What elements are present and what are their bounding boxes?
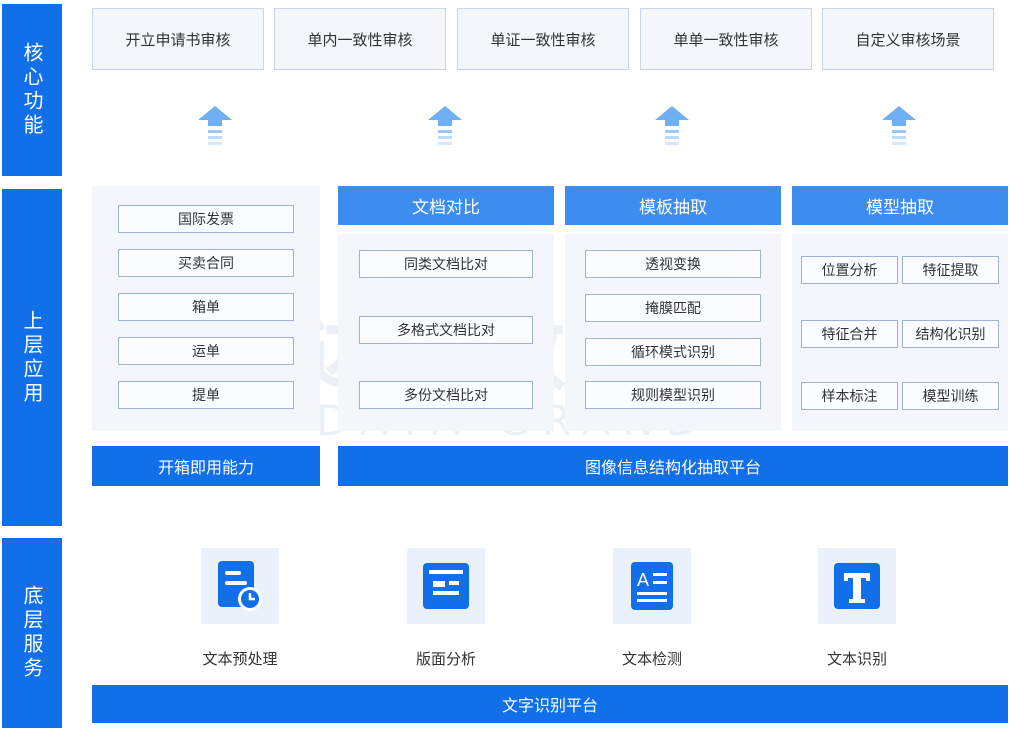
core-box-doc-doc-consistency: 单单一致性审核 (640, 8, 812, 70)
list-item: 位置分析 (801, 256, 898, 284)
list-item: 箱单 (118, 293, 294, 321)
list-item: 循环模式识别 (585, 338, 761, 366)
list-item: 运单 (118, 337, 294, 365)
service-tile-preprocess (201, 548, 279, 624)
list-item: 结构化识别 (902, 320, 999, 348)
box-ability-bar: 开箱即用能力 (92, 446, 320, 486)
service-label-preprocess: 文本预处理 (202, 650, 278, 668)
core-box-application-review: 开立申请书审核 (92, 8, 264, 70)
list-item: 特征合并 (801, 320, 898, 348)
service-tile-layout (407, 548, 485, 624)
service-tile-detect: A (613, 548, 691, 624)
service-label-detect: 文本检测 (621, 650, 682, 668)
list-item: 多格式文档比对 (359, 316, 533, 344)
list-item: 模型训练 (902, 382, 999, 410)
service-label-recognize: 文本识别 (826, 650, 887, 668)
list-item: 掩膜匹配 (585, 294, 761, 322)
service-tile-recognize (818, 548, 896, 624)
list-item: 特征提取 (902, 256, 999, 284)
list-item: 国际发票 (118, 205, 294, 233)
text-t-icon (834, 563, 880, 609)
list-item: 提单 (118, 381, 294, 409)
up-arrow-icon (198, 106, 232, 145)
up-arrow-icon (882, 106, 916, 145)
up-arrow-icon (655, 106, 689, 145)
list-item: 透视变换 (585, 250, 761, 278)
list-item: 同类文档比对 (359, 250, 533, 278)
image-platform-bar: 图像信息结构化抽取平台 (338, 446, 1008, 486)
layout-icon (423, 563, 469, 609)
panel-title-doc-compare: 文档对比 (338, 186, 554, 225)
up-arrow-icon (428, 106, 462, 145)
side-label-base: 底层服务 (2, 538, 62, 728)
core-box-doc-cert-consistency: 单证一致性审核 (457, 8, 629, 70)
list-item: 规则模型识别 (585, 381, 761, 409)
core-box-intra-doc-consistency: 单内一致性审核 (274, 8, 446, 70)
list-item: 多份文档比对 (359, 381, 533, 409)
service-label-layout: 版面分析 (415, 650, 476, 668)
core-box-custom-scenario: 自定义审核场景 (822, 8, 994, 70)
document-clock-icon (218, 561, 262, 611)
text-detect-icon: A (631, 562, 673, 610)
side-label-upper: 上层应用 (2, 189, 62, 526)
list-item: 样本标注 (801, 382, 898, 410)
panel-title-model: 模型抽取 (792, 186, 1008, 225)
svg-text:A: A (637, 570, 649, 590)
side-label-core: 核心功能 (2, 4, 62, 176)
list-item: 买卖合同 (118, 249, 294, 277)
panel-title-template: 模板抽取 (565, 186, 781, 225)
ocr-platform-bar: 文字识别平台 (92, 685, 1008, 723)
